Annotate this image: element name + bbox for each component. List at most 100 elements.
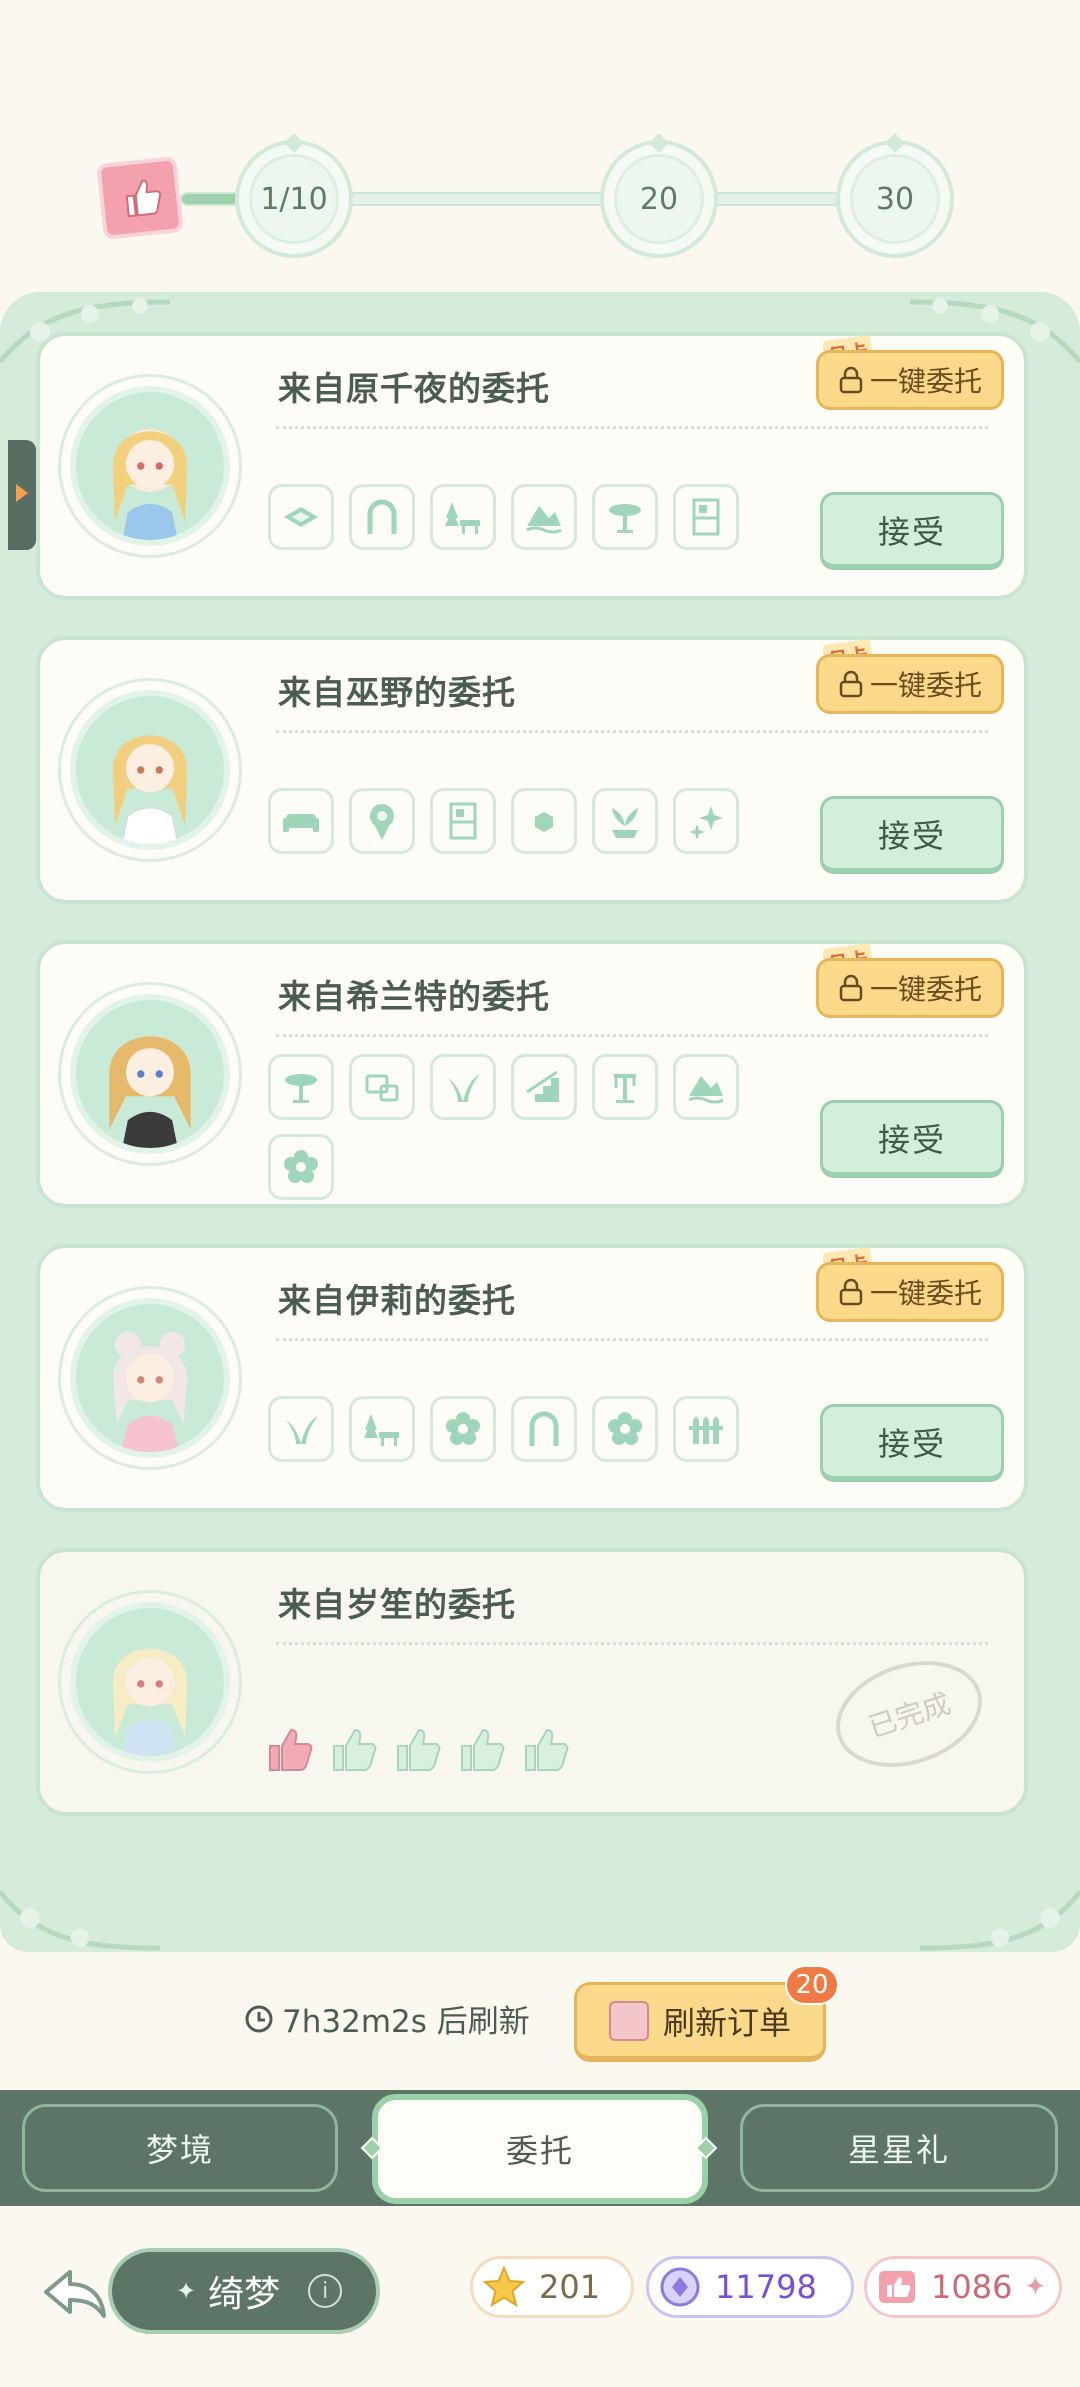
lock-icon [839,974,863,1002]
cabinet-icon [449,802,477,840]
like-card-icon [875,2264,919,2310]
item-slot[interactable] [511,484,577,550]
flower-icon [446,1412,480,1445]
one-key-commission-button[interactable]: 一键委托 [816,958,1004,1018]
commission-card-1: 来自原千夜的委托 月卡 一键委托 接受 [36,332,1028,600]
star-currency[interactable]: 201 [470,2256,634,2318]
item-slot[interactable] [268,1054,334,1120]
side-expand-tab[interactable] [8,440,36,550]
avatar [70,1602,230,1762]
lock-icon [839,1278,863,1306]
refresh-orders-button[interactable]: 刷新订单 20 [574,1965,839,2062]
commission-progress: 1/10 20 30 [96,130,980,270]
avatar [70,690,230,850]
one-key-commission-button[interactable]: 一键委托 [816,654,1004,714]
flower-icon [608,1412,642,1445]
item-slot[interactable] [349,484,415,550]
rating-thumbs [262,1722,572,1776]
required-items [268,1054,768,1200]
item-slot[interactable] [592,484,658,550]
required-items [268,788,768,854]
refresh-timer: 7h32m2s 后刷新 [244,1996,530,2041]
thumb-up-icon [525,1728,569,1771]
required-items [268,1396,768,1462]
stairs-icon [526,1070,559,1102]
garden-bench-icon [445,502,480,534]
thumb-up-icon [269,1728,313,1771]
item-slot[interactable] [268,1134,334,1200]
item-slot[interactable] [349,1396,415,1462]
commission-title: 来自原千夜的委托 [278,369,550,408]
avatar [70,1298,230,1458]
accept-button[interactable]: 接受 [820,1100,1004,1178]
item-slot[interactable] [430,484,496,550]
page-title: 绮梦 [208,2274,281,2315]
milestone-1[interactable]: 1/10 [235,140,353,258]
avatar [70,994,230,1154]
item-slot[interactable] [673,1054,739,1120]
flower-icon [284,1150,318,1183]
like-currency[interactable]: 1086 ✦ [864,2256,1062,2318]
fence-icon [689,1416,723,1444]
item-slot[interactable] [673,484,739,550]
tab-star-gift[interactable]: 星星礼 [740,2104,1058,2192]
refresh-row: 7h32m2s 后刷新 刷新订单 20 [0,1965,1080,2062]
thumb-up-icon [397,1728,441,1771]
sparkle-icon: ✦ [176,2277,197,2305]
item-slot[interactable] [430,1054,496,1120]
required-items [268,484,768,550]
vine-decoration-icon [0,1890,160,1951]
completed-stamp: 已完成 [822,1643,996,1785]
waves-icon [688,1076,724,1104]
item-slot[interactable] [511,788,577,854]
lock-icon [839,670,863,698]
item-slot[interactable] [349,1054,415,1120]
tab-commission[interactable]: 委托 [372,2094,708,2204]
back-area: ✦ 绮梦 i [0,2226,390,2356]
star-icon [481,2264,527,2310]
item-slot[interactable] [592,1054,658,1120]
tab-dream[interactable]: 梦境 [22,2104,338,2192]
item-slot[interactable] [268,788,334,854]
item-slot[interactable] [511,1396,577,1462]
waves-icon [526,506,562,534]
info-icon[interactable]: i [308,2274,343,2308]
item-slot[interactable] [592,1396,658,1462]
like-card-icon[interactable] [96,156,184,240]
bottom-bar: ✦ 绮梦 i 201 11798 1086 ✦ [0,2206,1080,2387]
item-slot[interactable] [673,788,739,854]
one-key-commission-button[interactable]: 一键委托 [816,1262,1004,1322]
commission-title: 来自岁笙的委托 [278,1585,516,1624]
round-table-icon [609,504,641,533]
sofa-icon [283,814,319,832]
accept-button[interactable]: 接受 [820,1404,1004,1482]
cube-icon [535,812,553,832]
item-slot[interactable] [268,484,334,550]
accept-button[interactable]: 接受 [820,492,1004,570]
item-slot[interactable] [511,1054,577,1120]
commission-panel: 来自原千夜的委托 月卡 一键委托 接受 来自巫野的委托 月卡 一键委托 [0,292,1080,1952]
back-arrow-icon[interactable] [40,2264,110,2324]
milestone-2[interactable]: 20 [600,140,718,258]
plus-sparkle-icon[interactable]: ✦ [1024,2272,1046,2302]
milestone-3[interactable]: 30 [836,140,954,258]
item-slot[interactable] [349,788,415,854]
item-slot[interactable] [673,1396,739,1462]
vine-decoration-icon [920,1890,1080,1951]
arch-icon [367,499,397,534]
one-key-commission-button[interactable]: 一键委托 [816,350,1004,410]
commission-title: 来自希兰特的委托 [278,977,550,1016]
tab-bar: 梦境 委托 星星礼 [0,2090,1080,2206]
thumb-up-icon [461,1728,505,1771]
commission-card-5: 来自岁笙的委托 已完成 [36,1548,1028,1816]
item-slot[interactable] [430,788,496,854]
accept-button[interactable]: 接受 [820,796,1004,874]
item-slot[interactable] [430,1396,496,1462]
item-slot[interactable] [268,1396,334,1462]
grass-icon [448,1074,480,1102]
item-slot[interactable] [592,788,658,854]
bouquet-icon [370,804,394,840]
gem-currency[interactable]: 11798 [646,2256,854,2318]
grass-icon [286,1416,318,1444]
cabinet-icon [692,498,720,536]
